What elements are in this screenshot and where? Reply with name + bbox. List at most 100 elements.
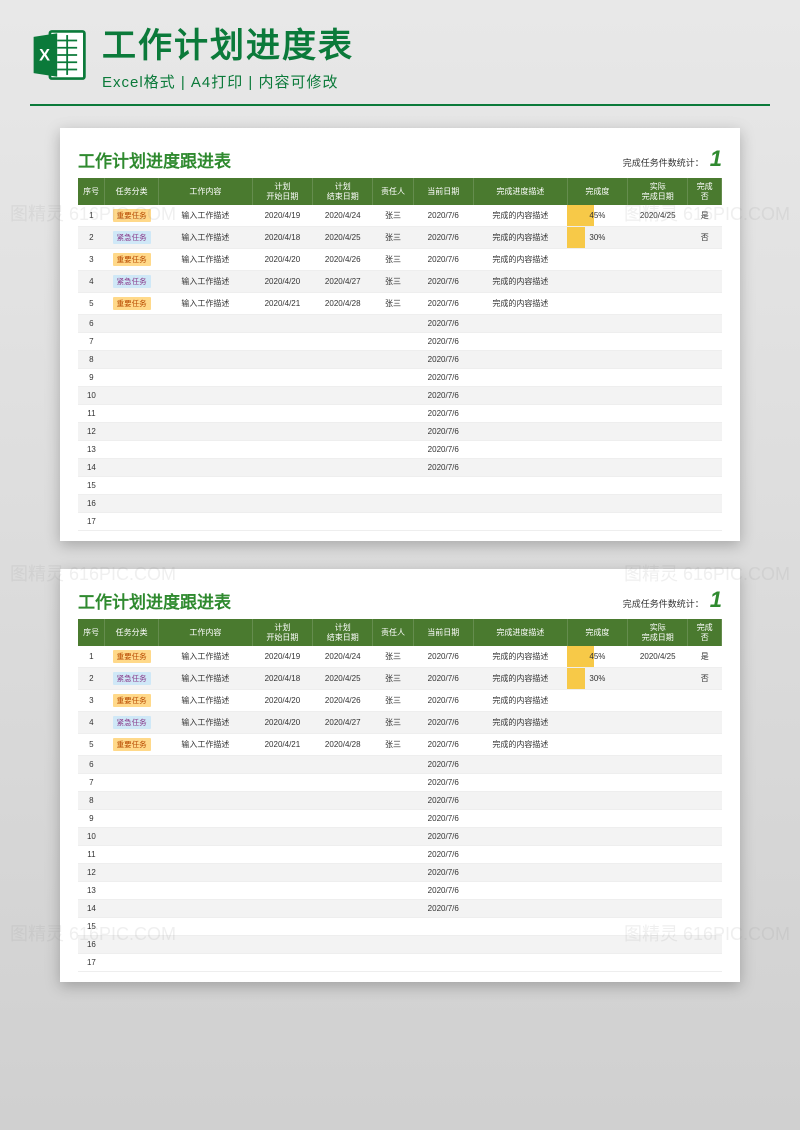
cell-progress: [567, 459, 627, 477]
cell-current-date: 2020/7/6: [413, 864, 473, 882]
cell-actual-end: 2020/4/25: [628, 646, 688, 668]
cell-current-date: [413, 477, 473, 495]
cell-progress: [567, 690, 627, 712]
cell-plan-start: [252, 387, 312, 405]
tag-important: 重要任务: [113, 738, 151, 751]
table-row: 1重要任务输入工作描述2020/4/192020/4/24张三2020/7/6完…: [78, 646, 722, 668]
cell-current-date: 2020/7/6: [413, 810, 473, 828]
cell-category: 紧急任务: [105, 668, 159, 690]
cell-category: 重要任务: [105, 293, 159, 315]
cell-content: [158, 810, 252, 828]
cell-responsible: [373, 513, 413, 531]
cell-responsible: [373, 405, 413, 423]
cell-seq: 15: [78, 477, 105, 495]
col-plan-start: 计划开始日期: [252, 619, 312, 646]
cell-progress-desc: [473, 477, 567, 495]
cell-seq: 7: [78, 333, 105, 351]
cell-responsible: 张三: [373, 293, 413, 315]
cell-actual-end: [628, 668, 688, 690]
cell-current-date: 2020/7/6: [413, 900, 473, 918]
cell-done: [688, 387, 722, 405]
cell-plan-end: [313, 513, 373, 531]
cell-current-date: 2020/7/6: [413, 423, 473, 441]
cell-responsible: [373, 423, 413, 441]
cell-category: 紧急任务: [105, 271, 159, 293]
cell-content: 输入工作描述: [158, 205, 252, 227]
table-row: 17: [78, 954, 722, 972]
cell-actual-end: [628, 846, 688, 864]
cell-progress: [567, 756, 627, 774]
cell-plan-start: [252, 369, 312, 387]
cell-category: [105, 495, 159, 513]
col-current-date: 当前日期: [413, 619, 473, 646]
cell-responsible: [373, 756, 413, 774]
cell-current-date: 2020/7/6: [413, 756, 473, 774]
table-row: 3重要任务输入工作描述2020/4/202020/4/26张三2020/7/6完…: [78, 690, 722, 712]
cell-plan-start: 2020/4/21: [252, 734, 312, 756]
table-row: 132020/7/6: [78, 441, 722, 459]
cell-done: 否: [688, 668, 722, 690]
cell-progress: [567, 293, 627, 315]
cell-responsible: [373, 810, 413, 828]
cell-plan-start: [252, 756, 312, 774]
cell-category: [105, 387, 159, 405]
cell-responsible: [373, 495, 413, 513]
table-row: 122020/7/6: [78, 864, 722, 882]
cell-progress-desc: [473, 810, 567, 828]
cell-progress-desc: [473, 936, 567, 954]
cell-seq: 11: [78, 405, 105, 423]
cell-actual-end: [628, 495, 688, 513]
table-row: 102020/7/6: [78, 828, 722, 846]
cell-seq: 4: [78, 712, 105, 734]
cell-progress-desc: [473, 459, 567, 477]
cell-done: [688, 690, 722, 712]
cell-plan-end: [313, 495, 373, 513]
cell-progress: [567, 351, 627, 369]
cell-plan-start: [252, 918, 312, 936]
cell-plan-end: [313, 441, 373, 459]
stat-value: 1: [710, 146, 722, 172]
cell-progress-desc: 完成的内容描述: [473, 690, 567, 712]
cell-category: [105, 774, 159, 792]
cell-plan-end: 2020/4/28: [313, 293, 373, 315]
cell-actual-end: [628, 459, 688, 477]
col-seq: 序号: [78, 619, 105, 646]
cell-done: [688, 864, 722, 882]
cell-progress-desc: [473, 369, 567, 387]
cell-plan-start: [252, 315, 312, 333]
cell-done: [688, 900, 722, 918]
spreadsheet-preview: 工作计划进度跟进表完成任务件数统计：1序号任务分类工作内容计划开始日期计划结束日…: [60, 128, 740, 541]
cell-category: [105, 792, 159, 810]
cell-progress: [567, 495, 627, 513]
cell-plan-end: 2020/4/27: [313, 712, 373, 734]
cell-plan-end: 2020/4/27: [313, 271, 373, 293]
cell-progress: 30%: [567, 227, 627, 249]
cell-actual-end: [628, 249, 688, 271]
cell-current-date: 2020/7/6: [413, 369, 473, 387]
table-row: 62020/7/6: [78, 315, 722, 333]
cell-current-date: 2020/7/6: [413, 712, 473, 734]
cell-done: [688, 846, 722, 864]
stat-label: 完成任务件数统计：: [623, 597, 704, 610]
cell-progress-desc: [473, 513, 567, 531]
cell-content: [158, 513, 252, 531]
cell-actual-end: [628, 351, 688, 369]
table-row: 16: [78, 495, 722, 513]
cell-responsible: 张三: [373, 227, 413, 249]
cell-plan-end: [313, 882, 373, 900]
cell-actual-end: [628, 477, 688, 495]
cell-category: [105, 513, 159, 531]
cell-seq: 10: [78, 387, 105, 405]
cell-plan-end: [313, 810, 373, 828]
cell-current-date: 2020/7/6: [413, 846, 473, 864]
cell-content: 输入工作描述: [158, 734, 252, 756]
cell-responsible: [373, 918, 413, 936]
cell-plan-start: [252, 423, 312, 441]
cell-current-date: 2020/7/6: [413, 405, 473, 423]
cell-actual-end: 2020/4/25: [628, 205, 688, 227]
cell-content: [158, 936, 252, 954]
cell-progress-desc: 完成的内容描述: [473, 734, 567, 756]
table-row: 4紧急任务输入工作描述2020/4/202020/4/27张三2020/7/6完…: [78, 712, 722, 734]
table-row: 82020/7/6: [78, 351, 722, 369]
cell-responsible: [373, 774, 413, 792]
